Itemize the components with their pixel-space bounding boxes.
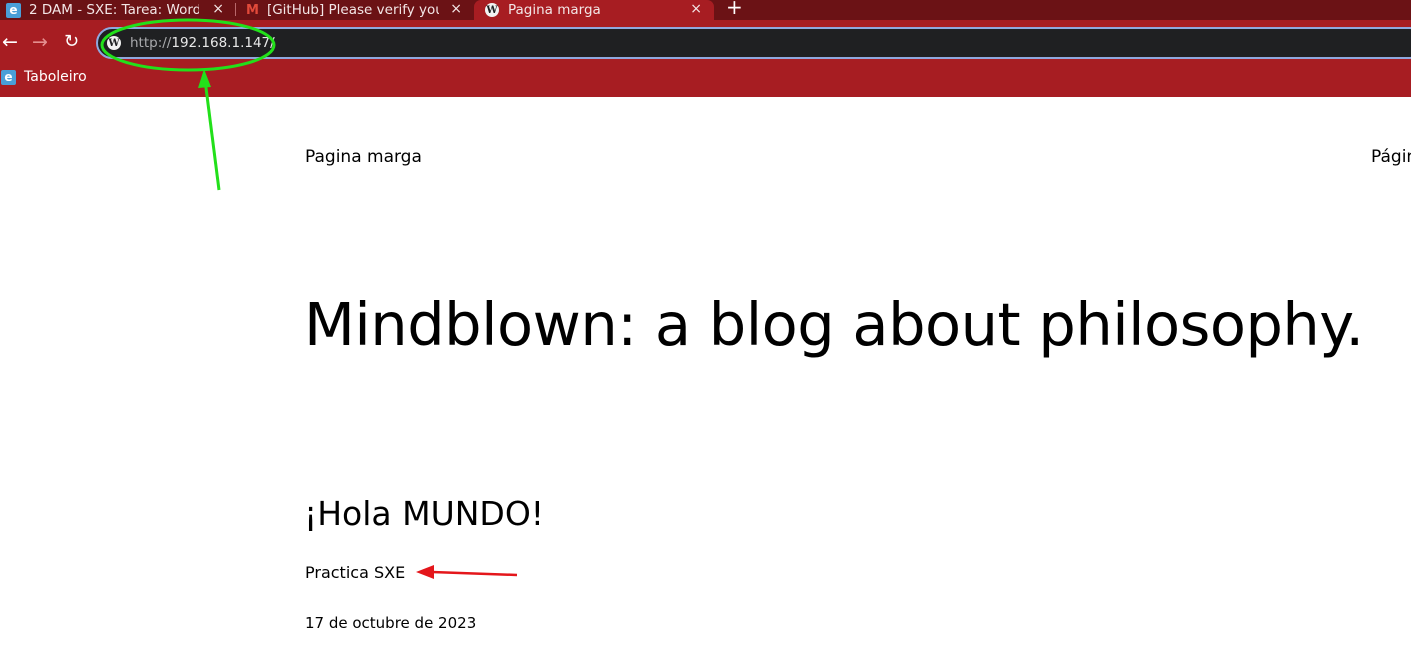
address-url[interactable]: http://192.168.1.147/ — [130, 35, 275, 51]
edumoodle-icon: e — [6, 2, 21, 18]
reload-icon[interactable]: ↻ — [64, 30, 79, 54]
annotation-red-arrow-shaft — [431, 570, 518, 577]
tab-pagina-marga[interactable]: W Pagina marga × — [474, 0, 714, 20]
browser-toolbar: ← → ↻ W http://192.168.1.147/ — [0, 20, 1411, 65]
hero-heading: Mindblown: a blog about philosophy. — [304, 290, 1364, 359]
close-icon[interactable]: × — [212, 0, 224, 18]
close-icon[interactable]: × — [450, 0, 462, 18]
close-icon[interactable]: × — [690, 0, 702, 18]
tab-divider — [235, 3, 236, 16]
new-tab-button[interactable]: + — [726, 0, 743, 18]
edumoodle-icon: e — [1, 69, 16, 85]
forward-icon[interactable]: → — [32, 30, 48, 54]
url-scheme: http:// — [130, 35, 172, 51]
tab-strip: e 2 DAM - SXE: Tarea: Word × M [GitHub] … — [0, 0, 1411, 20]
nav-link[interactable]: Págin — [1371, 147, 1411, 167]
gmail-icon: M — [246, 2, 259, 18]
bookmark-taboleiro[interactable]: e Taboleiro — [1, 69, 87, 85]
tab-title: Pagina marga — [508, 2, 601, 18]
post-excerpt: Practica SXE — [305, 563, 406, 582]
tab-moodle[interactable]: e 2 DAM - SXE: Tarea: Word × — [6, 0, 234, 20]
bookmarks-bar: e Taboleiro — [0, 65, 1411, 97]
tab-title: [GitHub] Please verify you — [266, 2, 439, 18]
bookmark-label: Taboleiro — [24, 69, 87, 85]
tab-title: 2 DAM - SXE: Tarea: Word — [29, 2, 199, 18]
wordpress-icon: W — [107, 36, 121, 50]
address-bar[interactable]: W http://192.168.1.147/ — [96, 27, 1411, 59]
post-date: 17 de octubre de 2023 — [305, 614, 477, 632]
annotation-red-arrow-head — [416, 565, 434, 579]
tab-gmail[interactable]: M [GitHub] Please verify you × — [246, 0, 472, 20]
back-icon[interactable]: ← — [2, 30, 18, 54]
site-title-link[interactable]: Pagina marga — [305, 147, 422, 167]
url-host: 192.168.1.147/ — [171, 35, 275, 51]
wordpress-icon: W — [485, 3, 499, 17]
post-title[interactable]: ¡Hola MUNDO! — [304, 494, 544, 533]
